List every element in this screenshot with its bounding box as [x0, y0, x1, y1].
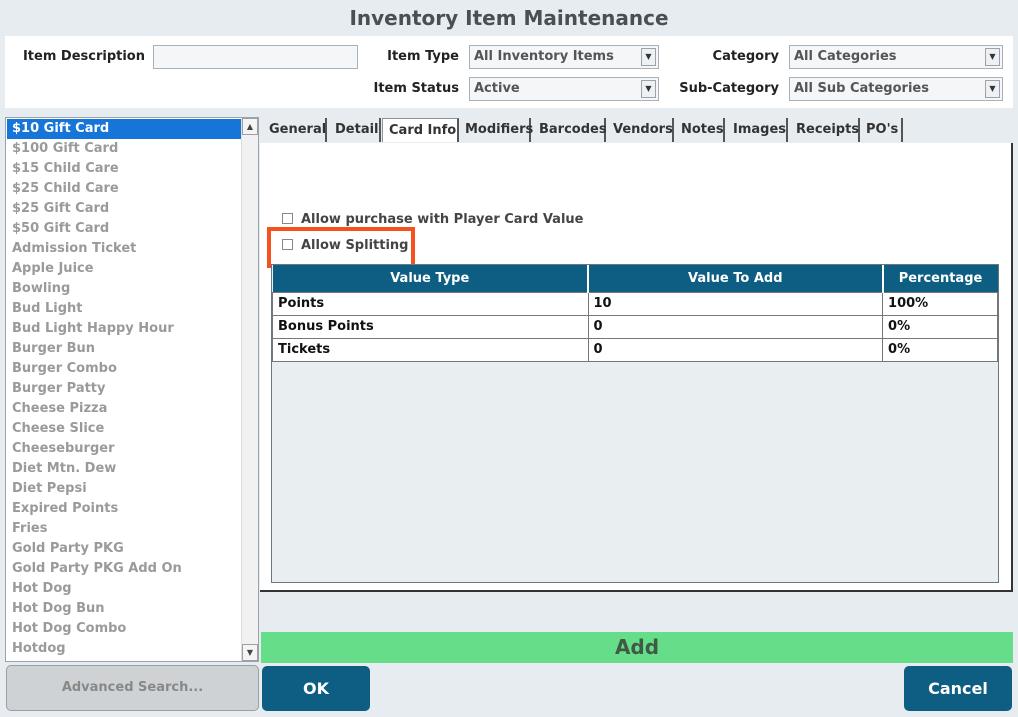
value-type-cell: Tickets: [272, 337, 589, 362]
filter-panel: Item Description Item Type All Inventory…: [5, 36, 1013, 108]
item-type-label: Item Type: [387, 49, 459, 64]
list-item[interactable]: $25 Gift Card: [7, 199, 242, 219]
list-item[interactable]: Bud Light: [7, 299, 242, 319]
dropdown-arrow-icon[interactable]: ▼: [985, 48, 1000, 66]
column-value-to-add: Value To Add: [588, 265, 884, 292]
list-item[interactable]: Burger Bun: [7, 339, 242, 359]
list-item[interactable]: Expired Points: [7, 499, 242, 519]
item-status-value: Active: [474, 81, 520, 96]
dropdown-arrow-icon[interactable]: ▼: [985, 80, 1000, 98]
value-type-cell: Bonus Points: [272, 314, 589, 339]
sub-category-select[interactable]: All Sub Categories ▼: [789, 77, 1003, 101]
category-value: All Categories: [794, 49, 897, 64]
list-item[interactable]: Hot Dog Bun: [7, 599, 242, 619]
tab-vendors[interactable]: Vendors: [607, 118, 674, 142]
list-item[interactable]: Bowling: [7, 279, 242, 299]
table-row[interactable]: Points 10 100%: [272, 291, 998, 316]
list-item[interactable]: $25 Child Care: [7, 179, 242, 199]
checkbox-icon[interactable]: [282, 213, 293, 224]
tab-barcodes[interactable]: Barcodes: [533, 118, 607, 142]
list-item[interactable]: Diet Mtn. Dew: [7, 459, 242, 479]
tab-receipts[interactable]: Receipts: [790, 118, 860, 142]
percentage-cell[interactable]: 0%: [882, 314, 998, 339]
value-grid: Value Type Value To Add Percentage Point…: [271, 264, 999, 583]
scroll-up-icon[interactable]: ▲: [242, 118, 258, 135]
item-status-select[interactable]: Active ▼: [469, 77, 659, 101]
window-title: Inventory Item Maintenance: [349, 6, 669, 30]
allow-splitting-highlight: [267, 227, 415, 268]
list-item[interactable]: Hot Dog: [7, 579, 242, 599]
list-item[interactable]: Gold Party PKG Add On: [7, 559, 242, 579]
value-to-add-cell[interactable]: 0: [587, 314, 884, 339]
value-to-add-cell[interactable]: 0: [587, 337, 884, 362]
scroll-down-icon[interactable]: ▼: [242, 644, 258, 661]
value-type-cell: Points: [272, 291, 589, 316]
item-list[interactable]: $10 Gift Card $100 Gift Card $15 Child Car…: [5, 117, 259, 662]
percentage-cell[interactable]: 0%: [882, 337, 998, 362]
item-description-input[interactable]: [153, 45, 358, 69]
sub-category-value: All Sub Categories: [794, 81, 929, 96]
item-list-items: $10 Gift Card $100 Gift Card $15 Child Car…: [7, 119, 242, 659]
list-item[interactable]: Burger Patty: [7, 379, 242, 399]
list-item[interactable]: $100 Gift Card: [7, 139, 242, 159]
advanced-search-button[interactable]: Advanced Search...: [6, 665, 259, 711]
allow-purchase-label: Allow purchase with Player Card Value: [301, 212, 584, 227]
list-item[interactable]: Cheeseburger: [7, 439, 242, 459]
list-item[interactable]: Burger Combo: [7, 359, 242, 379]
value-to-add-cell[interactable]: 10: [587, 291, 884, 316]
ok-button[interactable]: OK: [262, 666, 370, 711]
tab-pos[interactable]: PO's: [860, 118, 903, 142]
list-item[interactable]: Bud Light Happy Hour: [7, 319, 242, 339]
list-item[interactable]: $15 Child Care: [7, 159, 242, 179]
column-value-type: Value Type: [272, 265, 590, 292]
item-status-label: Item Status: [373, 81, 460, 96]
list-item[interactable]: Gold Party PKG: [7, 539, 242, 559]
list-item[interactable]: $10 Gift Card: [7, 119, 242, 139]
category-select[interactable]: All Categories ▼: [789, 45, 1003, 69]
list-item[interactable]: Apple Juice: [7, 259, 242, 279]
item-description-label: Item Description: [22, 49, 145, 64]
tab-images[interactable]: Images: [727, 118, 788, 142]
list-item[interactable]: Cheese Pizza: [7, 399, 242, 419]
list-item[interactable]: Hot Dog Combo: [7, 619, 242, 639]
tab-general[interactable]: General: [263, 118, 327, 142]
item-list-scrollbar[interactable]: ▲ ▼: [241, 118, 258, 661]
list-item[interactable]: Admission Ticket: [7, 239, 242, 259]
tab-notes[interactable]: Notes: [675, 118, 725, 142]
dropdown-arrow-icon[interactable]: ▼: [641, 48, 656, 66]
list-item[interactable]: Diet Pepsi: [7, 479, 242, 499]
list-item[interactable]: Hotdog: [7, 639, 242, 659]
table-row[interactable]: Bonus Points 0 0%: [272, 314, 998, 339]
category-label: Category: [712, 49, 779, 64]
list-item[interactable]: Fries: [7, 519, 242, 539]
cancel-button[interactable]: Cancel: [904, 666, 1012, 711]
table-row[interactable]: Tickets 0 0%: [272, 337, 998, 362]
list-item[interactable]: $50 Gift Card: [7, 219, 242, 239]
item-type-select[interactable]: All Inventory Items ▼: [469, 45, 659, 69]
sub-category-label: Sub-Category: [679, 81, 779, 96]
percentage-cell[interactable]: 100%: [882, 291, 998, 316]
tab-modifiers[interactable]: Modifiers: [459, 118, 533, 142]
tab-detail[interactable]: Detail: [329, 118, 381, 142]
column-percentage: Percentage: [882, 265, 998, 292]
tab-card-info[interactable]: Card Info: [382, 118, 459, 142]
dropdown-arrow-icon[interactable]: ▼: [641, 80, 656, 98]
add-button[interactable]: Add: [261, 632, 1013, 663]
list-item[interactable]: Cheese Slice: [7, 419, 242, 439]
item-type-value: All Inventory Items: [474, 49, 614, 64]
